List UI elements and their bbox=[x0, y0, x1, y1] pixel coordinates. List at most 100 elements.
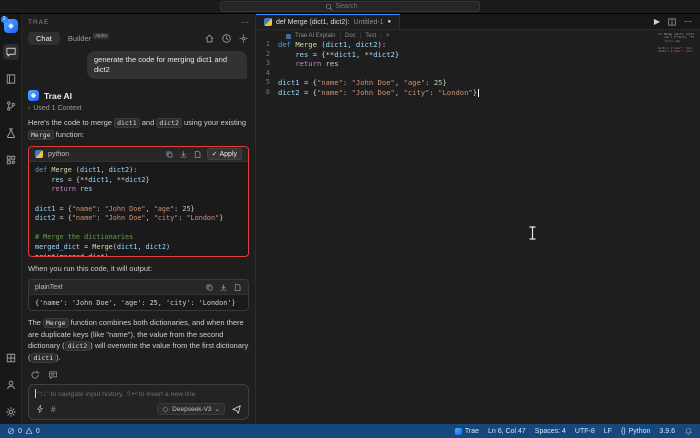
regenerate-icon[interactable] bbox=[30, 370, 40, 380]
new-file-icon[interactable] bbox=[193, 150, 202, 159]
assistant-name: Trae AI bbox=[44, 91, 72, 101]
insert-icon[interactable] bbox=[179, 150, 188, 159]
editor-tab-bar: def Merge (dict1, dict2): Untitled-1 ● ▶… bbox=[256, 14, 700, 30]
home-icon[interactable] bbox=[204, 33, 215, 44]
output-language-label: plainText bbox=[35, 284, 63, 291]
codelens: Trae AI Explain | Doc | Test | × bbox=[286, 33, 700, 39]
feedback-icon[interactable] bbox=[48, 370, 58, 380]
activity-bar: 1 bbox=[0, 14, 22, 424]
status-python-version[interactable]: 3.9.6 bbox=[659, 428, 675, 435]
search-input[interactable] bbox=[336, 3, 376, 10]
code-line: 6dict2 = {"name": "John Doe", "city": "L… bbox=[256, 88, 700, 98]
editor-more-button[interactable]: ⋯ bbox=[684, 17, 692, 26]
account-button[interactable] bbox=[3, 377, 19, 393]
send-icon[interactable] bbox=[231, 404, 242, 415]
trae-ai-avatar bbox=[28, 90, 39, 101]
python-code-block: python ✓ Apply def bbox=[28, 146, 249, 257]
python-code: def Merge (dict1, dict2): res = {**dict1… bbox=[29, 162, 248, 257]
warning-icon bbox=[25, 427, 33, 435]
codelens-doc[interactable]: Doc bbox=[345, 33, 356, 39]
tab-chat[interactable]: Chat bbox=[28, 32, 60, 45]
minimap[interactable]: def Merge (dict1, dict2): res = {**dict1… bbox=[658, 33, 694, 53]
run-button[interactable]: ▶ bbox=[654, 17, 660, 26]
branch-icon bbox=[5, 100, 17, 112]
check-icon: ✓ bbox=[212, 150, 218, 158]
python-icon bbox=[35, 150, 43, 158]
code-line: 5dict1 = {"name": "John Doe", "age": 25} bbox=[256, 78, 700, 88]
sidebar-item-source[interactable] bbox=[3, 98, 19, 114]
sidebar-item-remote[interactable] bbox=[3, 350, 19, 366]
used-context-toggle[interactable]: › Used 1 Context bbox=[28, 105, 249, 112]
code-line: 1def Merge (dict1, dict2): bbox=[256, 40, 700, 50]
code-language-label: python bbox=[48, 151, 69, 158]
global-search[interactable] bbox=[220, 1, 480, 12]
sidebar-item-chat[interactable] bbox=[3, 44, 19, 60]
bell-icon[interactable] bbox=[684, 427, 693, 436]
code-lines[interactable]: 1def Merge (dict1, dict2): 2 res = {**di… bbox=[256, 40, 700, 98]
trae-ide-window: 1 bbox=[0, 0, 700, 438]
editor-area: def Merge (dict1, dict2): Untitled-1 ● ▶… bbox=[256, 14, 700, 424]
status-eol[interactable]: LF bbox=[604, 428, 612, 435]
status-trae[interactable]: Trae bbox=[455, 428, 479, 435]
code-line: 3 return res bbox=[256, 59, 700, 69]
codelens-icon bbox=[286, 34, 291, 39]
notification-badge: 1 bbox=[1, 16, 8, 23]
model-selector[interactable]: Deepseek-V3 ⌄ bbox=[157, 403, 225, 415]
panel-menu-button[interactable]: ⋯ bbox=[241, 18, 249, 27]
grid-icon bbox=[5, 352, 17, 364]
trae-mini-logo bbox=[455, 428, 462, 435]
status-language[interactable]: {} Python bbox=[621, 428, 650, 435]
insert-icon[interactable] bbox=[219, 283, 228, 292]
output-code-block: plainText {'name': 'John Doe', 'age': 25… bbox=[28, 279, 249, 311]
braces-icon: {} bbox=[621, 428, 626, 435]
status-encoding[interactable]: UTF-8 bbox=[575, 428, 595, 435]
assistant-explanation: The Merge function combines both diction… bbox=[28, 317, 249, 364]
search-icon bbox=[325, 3, 333, 11]
output-intro: When you run this code, it will output: bbox=[28, 263, 249, 274]
new-file-icon[interactable] bbox=[233, 283, 242, 292]
split-editor-icon[interactable] bbox=[667, 17, 677, 27]
trae-logo[interactable]: 1 bbox=[4, 19, 18, 33]
sidebar-item-debug[interactable] bbox=[3, 125, 19, 141]
status-bar: 0 0 Trae Ln 6, Col 47 Spaces: 4 UTF-8 LF… bbox=[0, 424, 700, 438]
user-message: generate the code for merging dict1 and … bbox=[87, 51, 247, 79]
chat-input-placeholder: "↑↓" to navigate input history, ⇧↩ to in… bbox=[37, 390, 196, 398]
problems-indicator[interactable]: 0 0 bbox=[7, 427, 40, 435]
python-file-icon bbox=[264, 18, 272, 26]
tab-builder[interactable]: Builder Alpha bbox=[68, 34, 109, 43]
mouse-ibeam-cursor bbox=[528, 226, 537, 240]
settings-button[interactable] bbox=[3, 404, 19, 420]
sidebar-item-docs[interactable] bbox=[3, 71, 19, 87]
quick-command-icon[interactable] bbox=[35, 404, 45, 414]
extensions-icon bbox=[5, 154, 17, 166]
text-caret bbox=[35, 389, 36, 398]
panel-settings-icon[interactable] bbox=[238, 33, 249, 44]
panel-title: TRAE bbox=[28, 19, 49, 26]
codelens-close-icon[interactable]: × bbox=[386, 33, 390, 39]
context-hash-icon[interactable]: # bbox=[51, 405, 55, 414]
chat-panel: TRAE ⋯ Chat Builder Alpha bbox=[22, 14, 256, 424]
chat-icon bbox=[5, 46, 17, 58]
account-icon bbox=[5, 379, 17, 391]
editor-tab-untitled-1[interactable]: def Merge (dict1, dict2): Untitled-1 ● bbox=[256, 14, 400, 29]
history-icon[interactable] bbox=[221, 33, 232, 44]
trae-logo-mark bbox=[8, 23, 14, 29]
code-line: 4 bbox=[256, 69, 700, 79]
modified-dot-icon: ● bbox=[388, 19, 392, 25]
code-line: 2 res = {**dict1, **dict2} bbox=[256, 50, 700, 60]
chat-input[interactable]: "↑↓" to navigate input history, ⇧↩ to in… bbox=[28, 384, 249, 420]
model-chip-icon bbox=[162, 406, 169, 413]
error-icon bbox=[7, 427, 15, 435]
status-cursor-position[interactable]: Ln 6, Col 47 bbox=[488, 428, 526, 435]
copy-icon[interactable] bbox=[165, 150, 174, 159]
codelens-test[interactable]: Test bbox=[365, 33, 376, 39]
editor-caret bbox=[478, 89, 479, 97]
book-icon bbox=[5, 73, 17, 85]
status-indentation[interactable]: Spaces: 4 bbox=[535, 428, 566, 435]
apply-button[interactable]: ✓ Apply bbox=[207, 148, 242, 160]
codelens-explain[interactable]: Trae AI Explain bbox=[295, 33, 335, 39]
assistant-intro: Here's the code to merge dict1 and dict2… bbox=[28, 117, 249, 141]
copy-icon[interactable] bbox=[205, 283, 214, 292]
sidebar-item-extensions[interactable] bbox=[3, 152, 19, 168]
output-code: {'name': 'John Doe', 'age': 25, 'city': … bbox=[29, 295, 248, 311]
